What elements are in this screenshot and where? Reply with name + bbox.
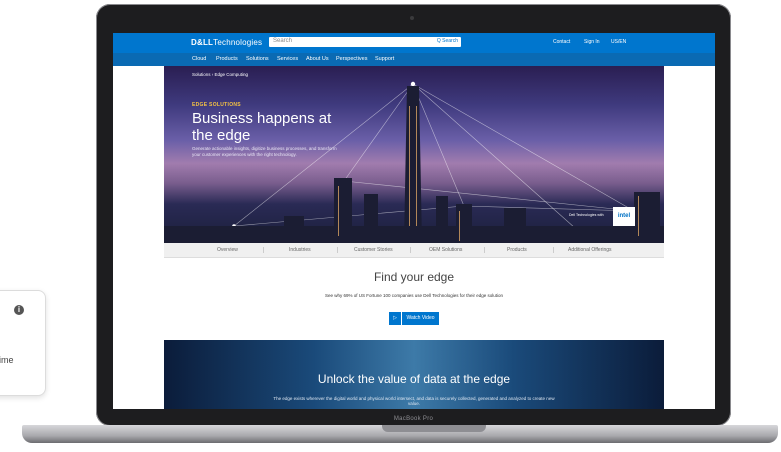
- breadcrumb[interactable]: Solutions › Edge Computing: [192, 72, 248, 77]
- camera-icon: [410, 16, 414, 20]
- laptop-notch: [382, 425, 486, 432]
- band-text: The edge exists wherever the digital wor…: [273, 396, 555, 406]
- floating-card: i ime: [0, 290, 46, 396]
- find-edge-title: Find your edge: [373, 270, 455, 284]
- nav-item-perspectives[interactable]: Perspectives: [336, 56, 368, 62]
- tab-industries[interactable]: Industries: [289, 247, 311, 253]
- search-button[interactable]: Q Search: [437, 38, 458, 44]
- nav-item-about-us[interactable]: About Us: [306, 56, 329, 62]
- contact-link[interactable]: Contact: [553, 39, 570, 45]
- main-nav: Cloud Products Solutions Services About …: [113, 53, 715, 66]
- hero-headline: Business happens at the edge: [192, 110, 332, 144]
- logo-rest: Technologies: [213, 38, 263, 47]
- tab-products[interactable]: Products: [507, 247, 527, 253]
- nav-item-cloud[interactable]: Cloud: [192, 56, 206, 62]
- unlock-data-band: Unlock the value of data at the edge The…: [164, 340, 664, 409]
- search-input[interactable]: Search Q Search: [269, 37, 461, 47]
- dell-logo[interactable]: D&LLTechnologies: [191, 38, 262, 47]
- hero-eyebrow: EDGE SOLUTIONS: [192, 102, 241, 108]
- tab-divider: [263, 247, 264, 253]
- region-selector[interactable]: US/EN: [611, 39, 626, 45]
- hero-banner: Solutions › Edge Computing EDGE SOLUTION…: [164, 66, 664, 243]
- tab-divider: [410, 247, 411, 253]
- browser-viewport: D&LLTechnologies Search Q Search Contact…: [113, 33, 715, 409]
- tab-divider: [337, 247, 338, 253]
- nav-item-products[interactable]: Products: [216, 56, 238, 62]
- top-bar: D&LLTechnologies Search Q Search Contact…: [113, 33, 715, 53]
- tab-oem-solutions[interactable]: OEM Solutions: [429, 247, 462, 253]
- logo-bold: D&LL: [191, 38, 214, 47]
- tab-overview[interactable]: Overview: [217, 247, 238, 253]
- nav-item-solutions[interactable]: Solutions: [246, 56, 269, 62]
- tab-divider: [553, 247, 554, 253]
- sign-in-link[interactable]: Sign In: [584, 39, 600, 45]
- laptop-base: [22, 425, 778, 443]
- tab-customer-stories[interactable]: Customer Stories: [354, 247, 393, 253]
- nav-item-support[interactable]: Support: [375, 56, 394, 62]
- watch-video-button[interactable]: Watch Video: [402, 312, 439, 325]
- play-icon[interactable]: ▷: [389, 312, 401, 325]
- tab-additional-offerings[interactable]: Additional Offerings: [568, 247, 612, 253]
- info-icon[interactable]: i: [14, 305, 24, 315]
- floating-card-text: ime: [0, 355, 14, 365]
- hero-description: Generate actionable insights, digitize b…: [192, 146, 337, 157]
- section-tabs: Overview Industries Customer Stories OEM…: [164, 243, 664, 258]
- find-edge-subtitle: See why 69% of US Fortune 100 companies …: [324, 293, 504, 298]
- search-placeholder: Search: [273, 38, 293, 44]
- nav-item-services[interactable]: Services: [277, 56, 298, 62]
- intel-logo: intel: [613, 207, 635, 226]
- band-title: Unlock the value of data at the edge: [317, 372, 511, 386]
- tab-divider: [484, 247, 485, 253]
- partner-note: Dell Technologies with: [569, 213, 604, 217]
